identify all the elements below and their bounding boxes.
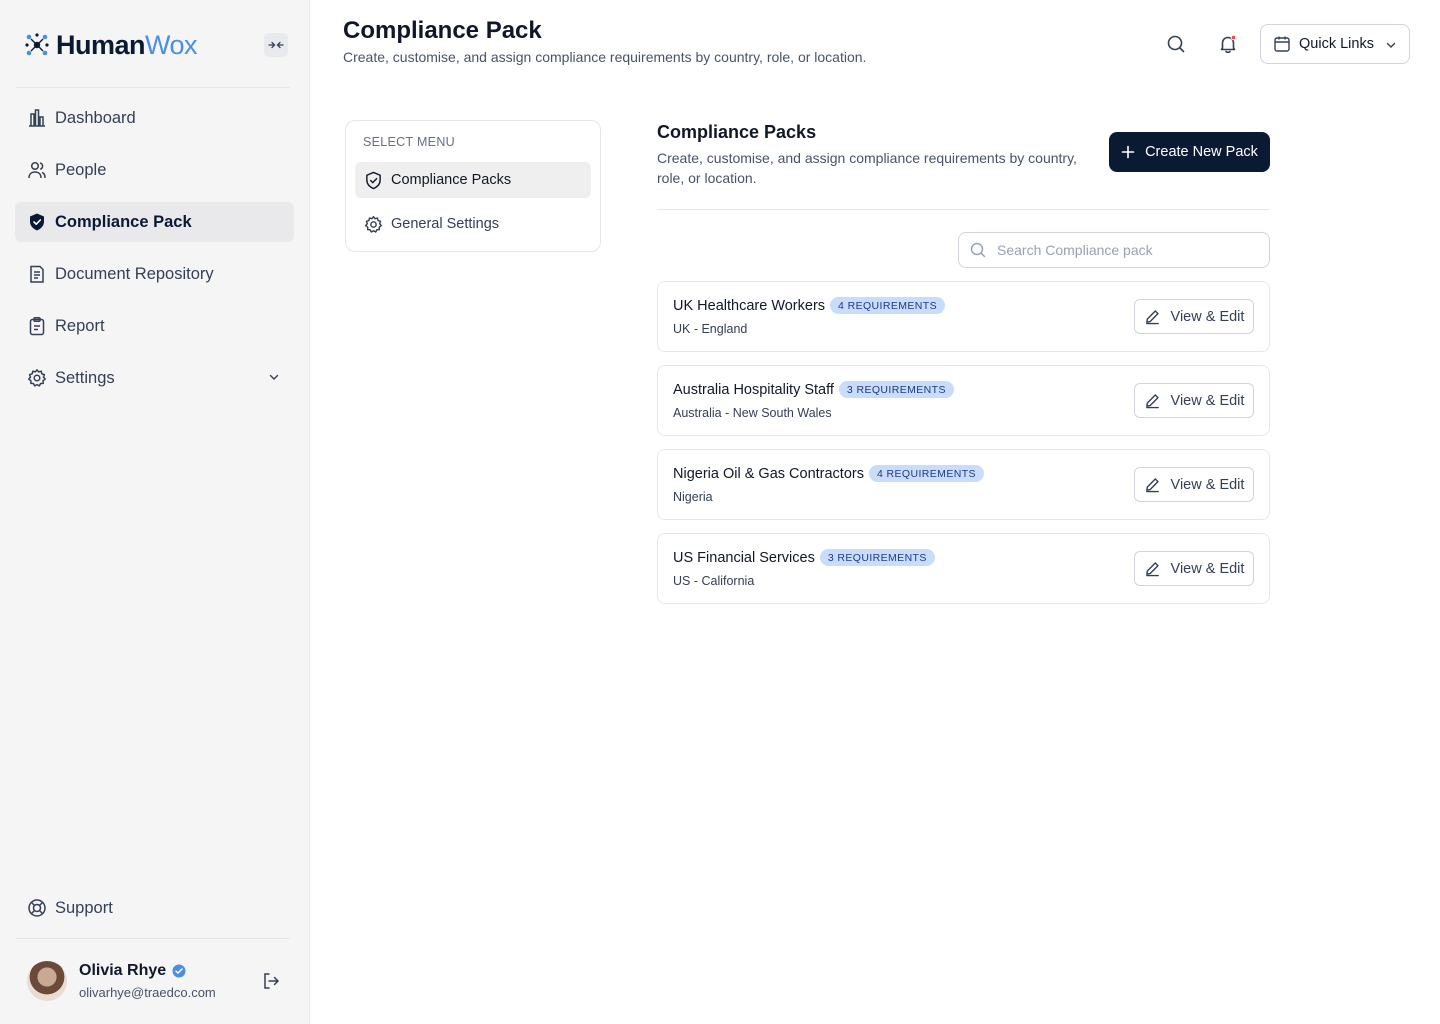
pencil-icon — [1145, 478, 1159, 493]
shield-check-icon — [366, 171, 381, 189]
pack-card[interactable]: Nigeria Oil & Gas Contractors 4 REQUIREM… — [657, 449, 1270, 520]
sidebar-item-label: Settings — [55, 368, 115, 387]
pack-name: Australia Hospitality Staff — [673, 381, 834, 398]
view-edit-button[interactable]: View & Edit — [1134, 467, 1254, 502]
users-icon — [28, 161, 46, 179]
pencil-icon — [1145, 562, 1159, 577]
document-icon — [30, 265, 44, 283]
user-email: olivarhye@traedco.com — [79, 985, 216, 1000]
sidebar-nav: Dashboard People Compliance Pack Documen… — [15, 98, 294, 410]
section-divider — [657, 209, 1270, 210]
gear-icon — [28, 369, 46, 387]
sidebar-item-label: Report — [55, 316, 105, 335]
requirements-badge: 3 REQUIREMENTS — [838, 381, 954, 398]
page-title: Compliance Pack — [343, 17, 542, 44]
brand-logo[interactable]: HumanWox — [24, 28, 288, 62]
create-new-pack-label: Create New Pack — [1145, 144, 1258, 160]
quick-links-label: Quick Links — [1299, 36, 1374, 52]
sidebar-item-label: Compliance Pack — [55, 212, 192, 231]
pack-card[interactable]: UK Healthcare Workers 4 REQUIREMENTS UK … — [657, 281, 1270, 352]
menu-item-label: Compliance Packs — [391, 172, 512, 188]
pack-location: Nigeria — [673, 490, 713, 504]
chevron-down-icon — [1386, 42, 1396, 48]
view-edit-button[interactable]: View & Edit — [1134, 383, 1254, 418]
gear-icon — [364, 215, 383, 233]
create-new-pack-button[interactable]: Create New Pack — [1109, 132, 1270, 172]
chevron-down-icon[interactable] — [268, 371, 280, 383]
search-field[interactable] — [958, 232, 1270, 268]
pack-list: UK Healthcare Workers 4 REQUIREMENTS UK … — [657, 281, 1270, 617]
sidebar-item-document-repository[interactable]: Document Repository — [15, 254, 294, 294]
pack-location: Australia - New South Wales — [673, 406, 832, 420]
search-icon — [970, 242, 986, 258]
requirements-badge: 4 REQUIREMENTS — [868, 465, 984, 482]
clipboard-icon — [29, 317, 45, 336]
bell-icon — [1220, 34, 1237, 54]
brand-name-part2: Wox — [145, 29, 198, 60]
lifebuoy-icon — [28, 899, 46, 917]
sidebar-item-label: Dashboard — [55, 108, 136, 127]
collapse-icon — [268, 41, 284, 49]
pack-name: UK Healthcare Workers — [673, 297, 826, 314]
support-section: Support — [15, 888, 294, 940]
menu-item-label: General Settings — [391, 216, 500, 232]
pack-card[interactable]: Australia Hospitality Staff 3 REQUIREMEN… — [657, 365, 1270, 436]
quick-links-dropdown[interactable]: Quick Links — [1260, 24, 1410, 64]
shield-icon — [30, 213, 44, 231]
view-edit-label: View & Edit — [1170, 308, 1245, 325]
view-edit-label: View & Edit — [1170, 476, 1245, 493]
search-icon[interactable] — [1165, 33, 1187, 55]
user-name: Olivia Rhye — [79, 962, 167, 979]
view-edit-button[interactable]: View & Edit — [1134, 299, 1254, 334]
logout-icon[interactable] — [261, 971, 281, 991]
support-label: Support — [55, 898, 113, 917]
sidebar-item-report[interactable]: Report — [15, 306, 294, 346]
sidebar-item-label: People — [55, 160, 107, 179]
pack-name: Nigeria Oil & Gas Contractors — [673, 465, 864, 482]
sidebar-item-dashboard[interactable]: Dashboard — [15, 98, 294, 138]
collapse-sidebar-button[interactable] — [264, 33, 288, 57]
view-edit-label: View & Edit — [1170, 392, 1245, 409]
section-title: Compliance Packs — [657, 122, 817, 142]
sidebar: HumanWox Dashboard People Compliance Pac… — [0, 0, 310, 1024]
section-subtitle: Create, customise, and assign compliance… — [657, 150, 1077, 186]
pack-location: UK - England — [673, 322, 748, 336]
view-edit-label: View & Edit — [1170, 560, 1245, 577]
select-menu: SELECT MENU Compliance Packs General Set… — [345, 120, 601, 252]
select-menu-label: SELECT MENU — [363, 135, 455, 149]
avatar — [27, 961, 67, 1001]
sidebar-item-label: Document Repository — [55, 264, 214, 283]
requirements-badge: 3 REQUIREMENTS — [819, 549, 935, 566]
verified-icon — [172, 964, 186, 978]
sidebar-item-support[interactable]: Support — [15, 888, 294, 928]
notifications-button[interactable] — [1217, 33, 1239, 55]
plus-icon — [1121, 145, 1135, 159]
user-profile[interactable]: Olivia Rhye olivarhye@traedco.com — [27, 960, 287, 1004]
pencil-icon — [1145, 394, 1159, 409]
sidebar-item-people[interactable]: People — [15, 150, 294, 190]
pack-card[interactable]: US Financial Services 3 REQUIREMENTS US … — [657, 533, 1270, 604]
calendar-icon — [1274, 36, 1290, 52]
sidebar-item-compliance-pack[interactable]: Compliance Pack — [15, 202, 294, 242]
pack-name: US Financial Services — [673, 549, 815, 566]
pencil-icon — [1145, 310, 1159, 325]
sidebar-divider — [16, 87, 290, 88]
sidebar-divider — [16, 938, 290, 939]
search-input[interactable] — [997, 242, 1257, 258]
brand-name-part1: Human — [56, 29, 146, 60]
sidebar-item-settings[interactable]: Settings — [15, 358, 294, 398]
view-edit-button[interactable]: View & Edit — [1134, 551, 1254, 586]
menu-item-compliance-packs[interactable]: Compliance Packs — [355, 162, 591, 198]
bar-chart-icon — [29, 109, 45, 127]
menu-item-general-settings[interactable]: General Settings — [355, 206, 591, 242]
logo-icon — [25, 33, 49, 56]
pack-location: US - California — [673, 574, 755, 588]
requirements-badge: 4 REQUIREMENTS — [830, 297, 945, 314]
page-subtitle: Create, customise, and assign compliance… — [343, 49, 867, 65]
